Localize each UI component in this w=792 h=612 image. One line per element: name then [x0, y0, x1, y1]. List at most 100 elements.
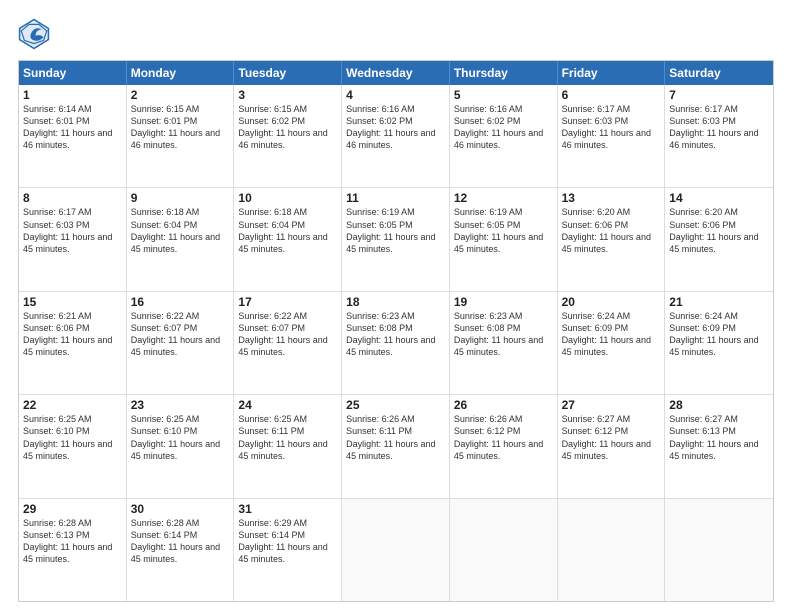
cell-text: Sunrise: 6:18 AMSunset: 6:04 PMDaylight:…	[131, 207, 220, 253]
calendar-cell: 24 Sunrise: 6:25 AMSunset: 6:11 PMDayligh…	[234, 395, 342, 497]
calendar-cell: 20Sunrise: 6:24 AMSunset: 6:09 PMDayligh…	[558, 292, 666, 394]
calendar-cell: 23Sunrise: 6:25 AMSunset: 6:10 PMDayligh…	[127, 395, 235, 497]
calendar-cell: 30 Sunrise: 6:28 AMSunset: 6:14 PMDayligh…	[127, 499, 235, 601]
calendar-cell: 13 Sunrise: 6:20 AMSunset: 6:06 PMDayligh…	[558, 188, 666, 290]
calendar-cell	[558, 499, 666, 601]
calendar-cell: 3Sunrise: 6:15 AMSunset: 6:02 PMDaylight…	[234, 85, 342, 187]
cell-text: Sunrise: 6:28 AMSunset: 6:13 PMDaylight:…	[23, 518, 112, 564]
page: SundayMondayTuesdayWednesdayThursdayFrid…	[0, 0, 792, 612]
calendar: SundayMondayTuesdayWednesdayThursdayFrid…	[18, 60, 774, 602]
calendar-body: 1 Sunrise: 6:14 AMSunset: 6:01 PMDaylight…	[19, 85, 773, 601]
calendar-day-header: Wednesday	[342, 61, 450, 85]
day-number: 2	[131, 88, 230, 102]
day-number: 6	[562, 88, 661, 102]
cell-text: Sunrise: 6:20 AMSunset: 6:06 PMDaylight:…	[562, 207, 651, 253]
day-number: 30	[131, 502, 230, 516]
day-number: 27	[562, 398, 661, 412]
day-number: 24	[238, 398, 337, 412]
cell-text: Sunrise: 6:26 AMSunset: 6:11 PMDaylight:…	[346, 414, 435, 460]
calendar-cell: 4 Sunrise: 6:16 AMSunset: 6:02 PMDaylight…	[342, 85, 450, 187]
day-number: 21	[669, 295, 769, 309]
calendar-cell: 28Sunrise: 6:27 AMSunset: 6:13 PMDayligh…	[665, 395, 773, 497]
day-number: 31	[238, 502, 337, 516]
calendar-cell: 16 Sunrise: 6:22 AMSunset: 6:07 PMDayligh…	[127, 292, 235, 394]
calendar-cell: 27 Sunrise: 6:27 AMSunset: 6:12 PMDayligh…	[558, 395, 666, 497]
calendar-header: SundayMondayTuesdayWednesdayThursdayFrid…	[19, 61, 773, 85]
day-number: 16	[131, 295, 230, 309]
day-number: 1	[23, 88, 122, 102]
cell-text: Sunrise: 6:15 AMSunset: 6:02 PMDaylight:…	[238, 104, 327, 150]
calendar-cell: 9 Sunrise: 6:18 AMSunset: 6:04 PMDaylight…	[127, 188, 235, 290]
calendar-day-header: Tuesday	[234, 61, 342, 85]
cell-text: Sunrise: 6:19 AMSunset: 6:05 PMDaylight:…	[346, 207, 435, 253]
cell-text: Sunrise: 6:14 AMSunset: 6:01 PMDaylight:…	[23, 104, 112, 150]
day-number: 10	[238, 191, 337, 205]
cell-text: Sunrise: 6:25 AMSunset: 6:10 PMDaylight:…	[23, 414, 112, 460]
day-number: 19	[454, 295, 553, 309]
day-number: 18	[346, 295, 445, 309]
cell-text: Sunrise: 6:19 AMSunset: 6:05 PMDaylight:…	[454, 207, 543, 253]
day-number: 14	[669, 191, 769, 205]
day-number: 5	[454, 88, 553, 102]
cell-text: Sunrise: 6:22 AMSunset: 6:07 PMDaylight:…	[238, 311, 327, 357]
calendar-day-header: Thursday	[450, 61, 558, 85]
calendar-cell: 19 Sunrise: 6:23 AMSunset: 6:08 PMDayligh…	[450, 292, 558, 394]
day-number: 28	[669, 398, 769, 412]
day-number: 17	[238, 295, 337, 309]
cell-text: Sunrise: 6:29 AMSunset: 6:14 PMDaylight:…	[238, 518, 327, 564]
calendar-week: 29 Sunrise: 6:28 AMSunset: 6:13 PMDayligh…	[19, 499, 773, 601]
cell-text: Sunrise: 6:17 AMSunset: 6:03 PMDaylight:…	[669, 104, 758, 150]
calendar-week: 22 Sunrise: 6:25 AMSunset: 6:10 PMDayligh…	[19, 395, 773, 498]
cell-text: Sunrise: 6:17 AMSunset: 6:03 PMDaylight:…	[23, 207, 112, 253]
calendar-cell: 17 Sunrise: 6:22 AMSunset: 6:07 PMDayligh…	[234, 292, 342, 394]
cell-text: Sunrise: 6:27 AMSunset: 6:12 PMDaylight:…	[562, 414, 651, 460]
cell-text: Sunrise: 6:15 AMSunset: 6:01 PMDaylight:…	[131, 104, 220, 150]
cell-text: Sunrise: 6:23 AMSunset: 6:08 PMDaylight:…	[346, 311, 435, 357]
cell-text: Sunrise: 6:24 AMSunset: 6:09 PMDaylight:…	[669, 311, 758, 357]
calendar-cell: 10 Sunrise: 6:18 AMSunset: 6:04 PMDayligh…	[234, 188, 342, 290]
cell-text: Sunrise: 6:25 AMSunset: 6:10 PMDaylight:…	[131, 414, 220, 460]
calendar-day-header: Sunday	[19, 61, 127, 85]
logo	[18, 18, 54, 50]
cell-text: Sunrise: 6:16 AMSunset: 6:02 PMDaylight:…	[346, 104, 435, 150]
calendar-cell: 15 Sunrise: 6:21 AMSunset: 6:06 PMDayligh…	[19, 292, 127, 394]
calendar-day-header: Monday	[127, 61, 235, 85]
cell-text: Sunrise: 6:25 AMSunset: 6:11 PMDaylight:…	[238, 414, 327, 460]
calendar-week: 1 Sunrise: 6:14 AMSunset: 6:01 PMDaylight…	[19, 85, 773, 188]
calendar-cell: 12Sunrise: 6:19 AMSunset: 6:05 PMDayligh…	[450, 188, 558, 290]
cell-text: Sunrise: 6:21 AMSunset: 6:06 PMDaylight:…	[23, 311, 112, 357]
cell-text: Sunrise: 6:23 AMSunset: 6:08 PMDaylight:…	[454, 311, 543, 357]
calendar-week: 8 Sunrise: 6:17 AMSunset: 6:03 PMDaylight…	[19, 188, 773, 291]
calendar-cell: 11 Sunrise: 6:19 AMSunset: 6:05 PMDayligh…	[342, 188, 450, 290]
calendar-cell: 31 Sunrise: 6:29 AMSunset: 6:14 PMDayligh…	[234, 499, 342, 601]
day-number: 20	[562, 295, 661, 309]
cell-text: Sunrise: 6:22 AMSunset: 6:07 PMDaylight:…	[131, 311, 220, 357]
day-number: 15	[23, 295, 122, 309]
cell-text: Sunrise: 6:16 AMSunset: 6:02 PMDaylight:…	[454, 104, 543, 150]
day-number: 22	[23, 398, 122, 412]
calendar-cell: 5 Sunrise: 6:16 AMSunset: 6:02 PMDaylight…	[450, 85, 558, 187]
day-number: 8	[23, 191, 122, 205]
day-number: 11	[346, 191, 445, 205]
calendar-cell: 1 Sunrise: 6:14 AMSunset: 6:01 PMDaylight…	[19, 85, 127, 187]
calendar-cell: 2 Sunrise: 6:15 AMSunset: 6:01 PMDaylight…	[127, 85, 235, 187]
calendar-cell: 26Sunrise: 6:26 AMSunset: 6:12 PMDayligh…	[450, 395, 558, 497]
calendar-cell: 7 Sunrise: 6:17 AMSunset: 6:03 PMDaylight…	[665, 85, 773, 187]
logo-icon	[18, 18, 50, 50]
cell-text: Sunrise: 6:26 AMSunset: 6:12 PMDaylight:…	[454, 414, 543, 460]
day-number: 4	[346, 88, 445, 102]
cell-text: Sunrise: 6:28 AMSunset: 6:14 PMDaylight:…	[131, 518, 220, 564]
day-number: 13	[562, 191, 661, 205]
day-number: 29	[23, 502, 122, 516]
calendar-cell	[342, 499, 450, 601]
cell-text: Sunrise: 6:18 AMSunset: 6:04 PMDaylight:…	[238, 207, 327, 253]
calendar-cell: 21 Sunrise: 6:24 AMSunset: 6:09 PMDayligh…	[665, 292, 773, 394]
day-number: 7	[669, 88, 769, 102]
calendar-cell: 14Sunrise: 6:20 AMSunset: 6:06 PMDayligh…	[665, 188, 773, 290]
day-number: 25	[346, 398, 445, 412]
calendar-cell: 29 Sunrise: 6:28 AMSunset: 6:13 PMDayligh…	[19, 499, 127, 601]
calendar-day-header: Friday	[558, 61, 666, 85]
day-number: 9	[131, 191, 230, 205]
cell-text: Sunrise: 6:17 AMSunset: 6:03 PMDaylight:…	[562, 104, 651, 150]
calendar-cell	[665, 499, 773, 601]
